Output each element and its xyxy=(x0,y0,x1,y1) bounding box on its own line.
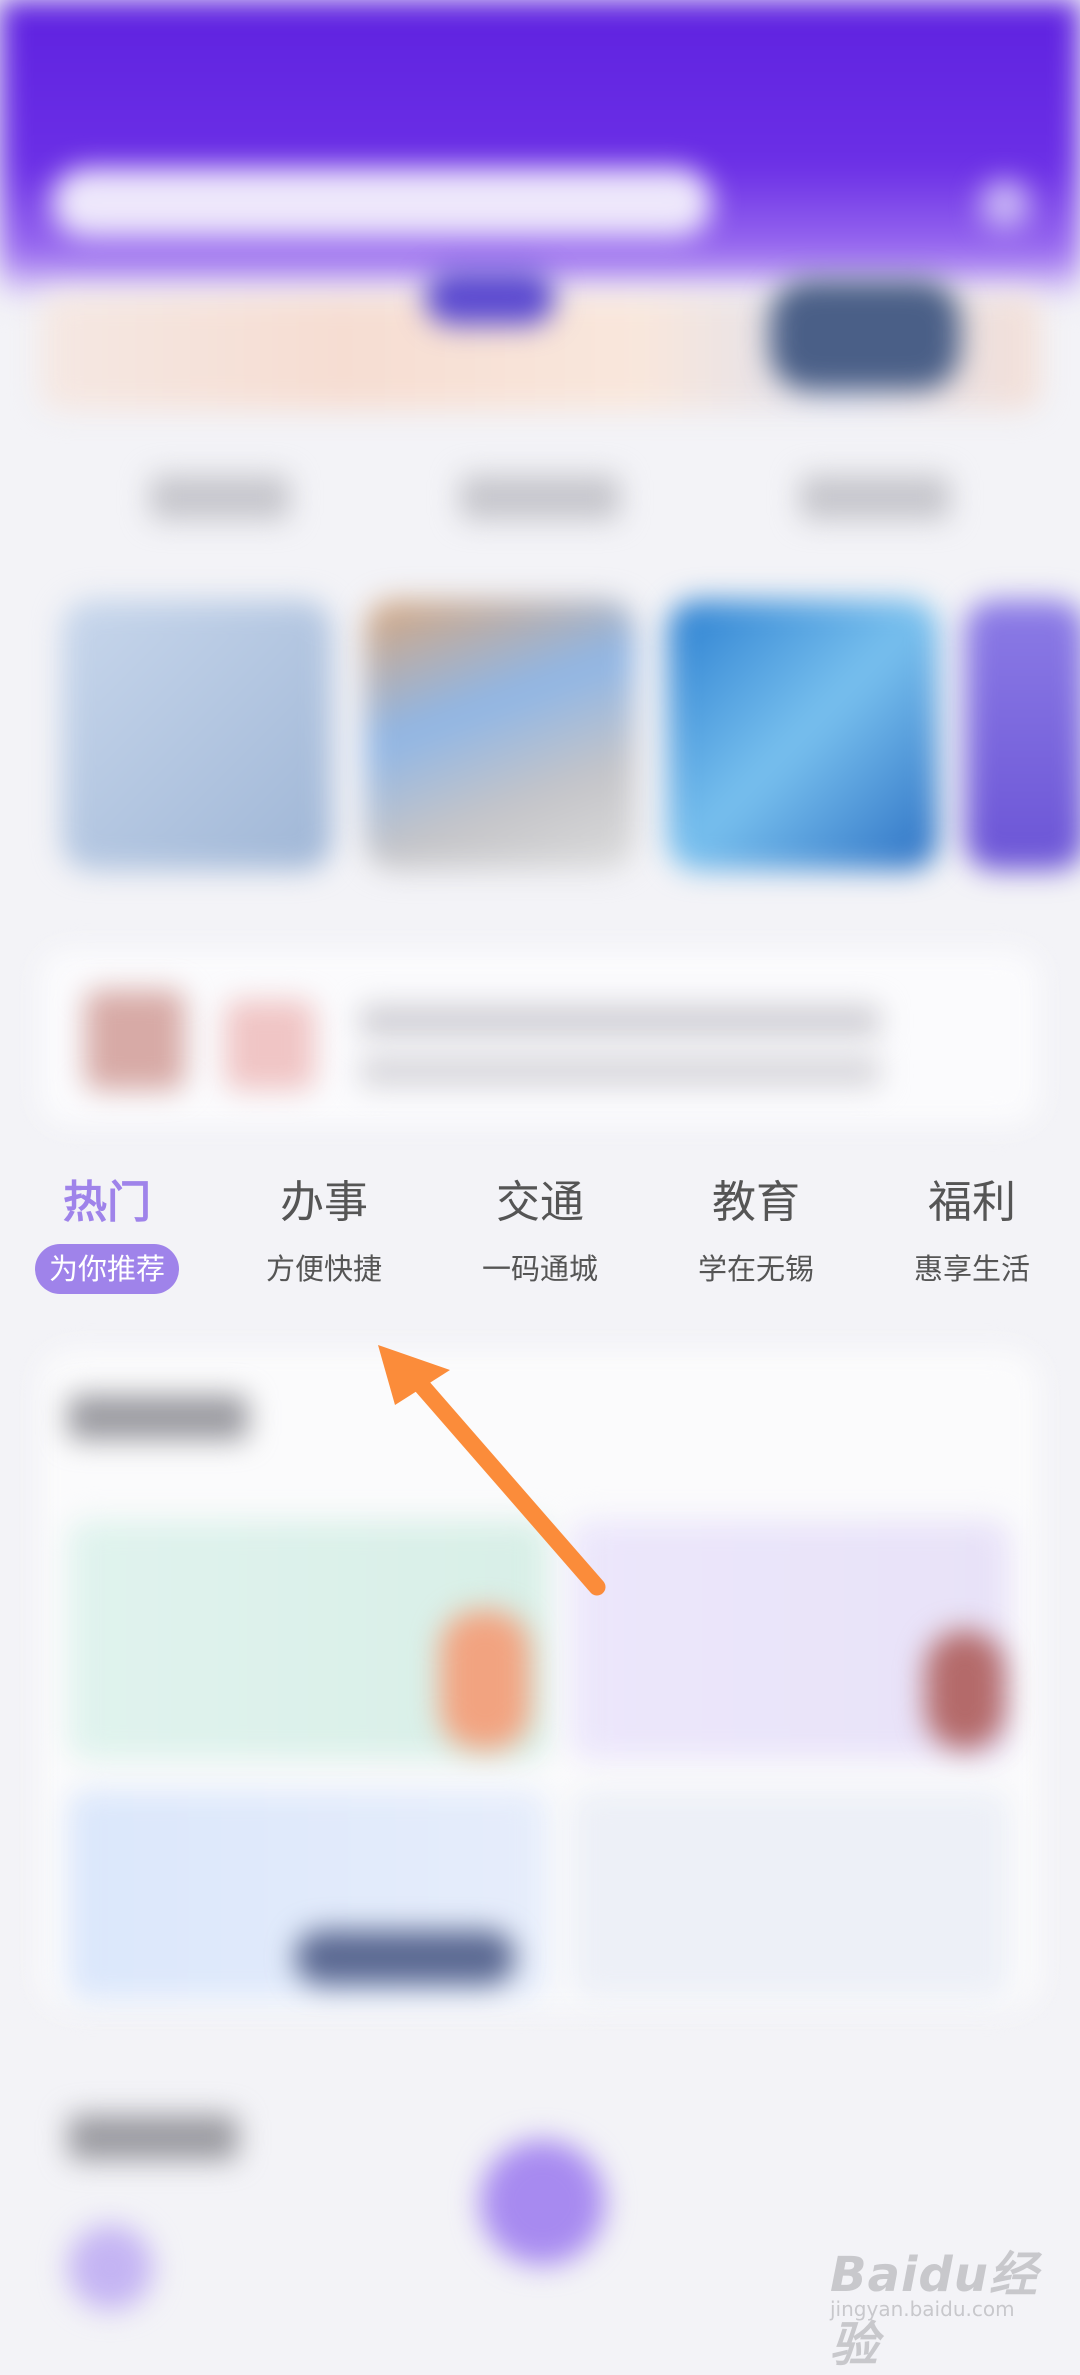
feature-tile-1[interactable] xyxy=(62,600,332,870)
section-title xyxy=(68,2115,238,2160)
notice-image-2 xyxy=(225,1000,315,1090)
service-item-4[interactable] xyxy=(570,1790,1010,2000)
tab-title: 福利 xyxy=(928,1177,1016,1228)
tab-title: 热门 xyxy=(63,1177,151,1228)
tab-subtitle: 方便快捷 xyxy=(265,1252,382,1286)
quick-entry-1[interactable] xyxy=(150,475,290,520)
tab-subtitle: 惠享生活 xyxy=(913,1252,1030,1286)
tab-subtitle: 学在无锡 xyxy=(697,1252,814,1286)
header-icon[interactable] xyxy=(980,180,1030,230)
feature-tile-4[interactable] xyxy=(965,600,1080,870)
tab-transport[interactable]: 交通 一码通城 xyxy=(450,1170,630,1294)
search-bar[interactable] xyxy=(52,168,712,238)
tab-hot[interactable]: 热门 为你推荐 xyxy=(17,1170,197,1294)
tab-title: 办事 xyxy=(280,1177,368,1228)
feature-tile-3[interactable] xyxy=(668,600,938,870)
baidu-watermark: Baidu经验 jingyan.baidu.com xyxy=(830,2235,1060,2373)
nav-icon[interactable] xyxy=(68,2225,153,2310)
tab-subtitle: 为你推荐 xyxy=(34,1244,179,1294)
floating-action-button[interactable] xyxy=(480,2140,605,2265)
tab-welfare[interactable]: 福利 惠享生活 xyxy=(882,1170,1062,1294)
notice-image-1 xyxy=(85,990,185,1090)
notice-card[interactable] xyxy=(40,950,1040,1125)
category-tabs: 热门 为你推荐 办事 方便快捷 交通 一码通城 教育 学在无锡 福利 惠享生活 xyxy=(0,1170,1080,1310)
service-button[interactable] xyxy=(295,1930,515,1985)
illustration-person-1 xyxy=(440,1610,530,1750)
banner-chip xyxy=(425,270,555,325)
banner-image xyxy=(770,280,960,390)
tab-subtitle: 一码通城 xyxy=(481,1252,598,1286)
quick-entry-3[interactable] xyxy=(800,475,950,520)
notice-text-line-1 xyxy=(360,1005,880,1037)
card-title xyxy=(68,1395,248,1440)
tab-title: 交通 xyxy=(496,1177,584,1228)
quick-entry-2[interactable] xyxy=(460,475,620,520)
tab-title: 教育 xyxy=(712,1177,800,1228)
tab-services[interactable]: 办事 方便快捷 xyxy=(234,1170,414,1294)
watermark-url: jingyan.baidu.com xyxy=(830,2297,1015,2321)
feature-tile-2[interactable] xyxy=(365,600,635,870)
tab-education[interactable]: 教育 学在无锡 xyxy=(666,1170,846,1294)
notice-text-line-2 xyxy=(360,1055,880,1087)
illustration-person-2 xyxy=(925,1630,1005,1750)
header-background xyxy=(0,0,1080,300)
